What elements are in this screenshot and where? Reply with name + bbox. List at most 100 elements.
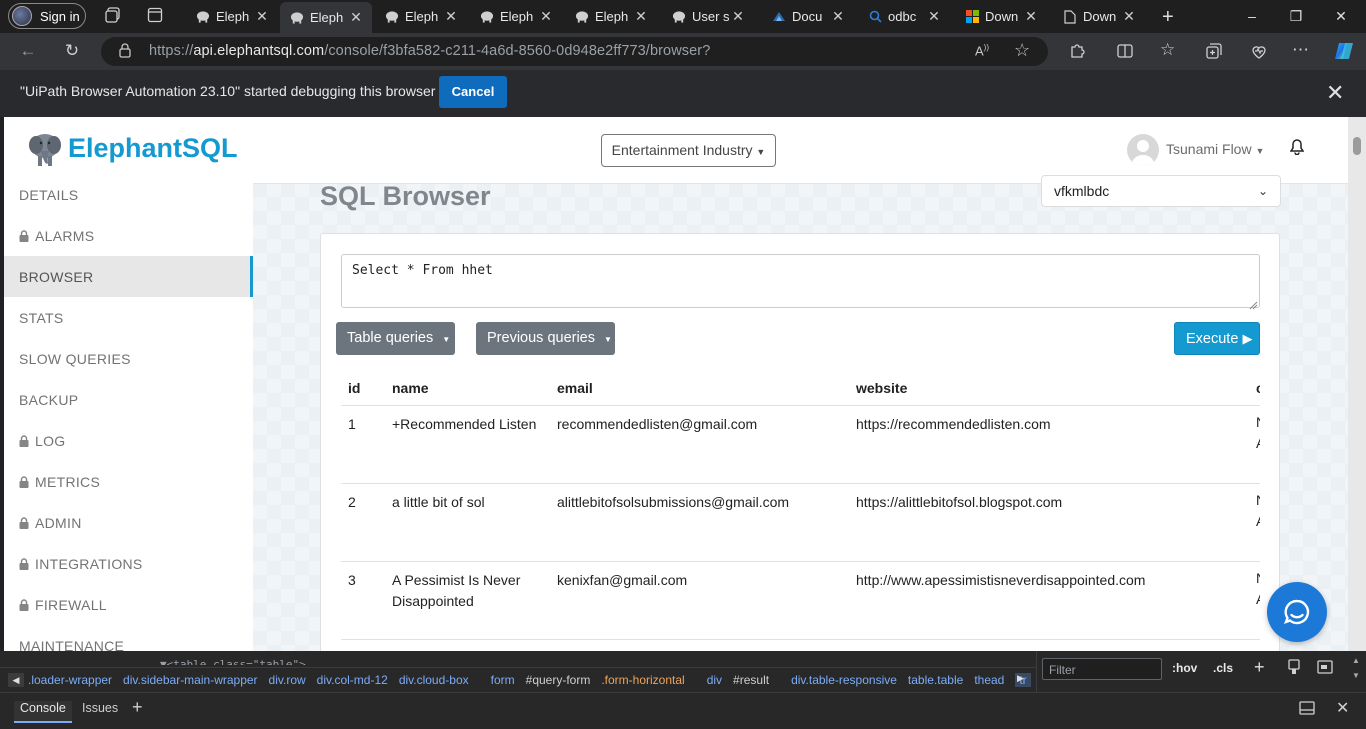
team-dropdown[interactable]: Entertainment Industry ▼ [601,134,776,167]
sidebar-item-browser[interactable]: BROWSER [4,256,253,297]
new-tab-button[interactable]: + [1162,6,1174,29]
user-menu[interactable]: Tsunami Flow ▼ [1166,141,1264,157]
app-logo-text[interactable]: ElephantSQL [68,133,238,164]
extensions-icon[interactable] [1068,42,1086,65]
tab-console[interactable]: Console [14,701,72,723]
browser-tab[interactable]: Docu ✕ [762,4,854,29]
browser-tab[interactable]: User s ✕ [662,4,754,29]
sign-in-button[interactable]: Sign in [8,3,86,29]
column-header-name[interactable]: name [392,380,429,396]
tab-actions-icon[interactable] [145,7,165,26]
column-header-extra[interactable]: c [1256,380,1260,396]
cancel-debugging-button[interactable]: Cancel [439,76,507,108]
close-tab-icon[interactable]: ✕ [1023,8,1039,25]
add-drawer-tab-icon[interactable]: + [132,697,143,718]
scroll-down-icon[interactable]: ▼ [1352,671,1360,680]
column-header-id[interactable]: id [348,380,360,396]
read-aloud-icon[interactable]: A)) [975,43,989,58]
new-style-rule-icon[interactable]: + [1254,657,1265,678]
chat-widget-button[interactable] [1267,582,1327,642]
browser-tab[interactable]: Eleph ✕ [280,2,372,33]
close-tab-icon[interactable]: ✕ [633,8,649,25]
browser-tab[interactable]: Eleph ✕ [565,4,657,29]
browser-essentials-icon[interactable] [1250,42,1268,65]
copilot-icon[interactable] [1333,40,1355,67]
browser-tab[interactable]: Eleph ✕ [470,4,562,29]
close-infobar-icon[interactable]: ✕ [1326,80,1344,106]
lock-icon[interactable] [119,43,131,63]
more-options-icon[interactable]: ⋯ [1292,40,1309,60]
favorite-star-icon[interactable]: ☆ [1014,40,1030,61]
sql-query-textarea[interactable]: Select * From hhet [341,254,1260,308]
close-tab-icon[interactable]: ✕ [830,8,846,25]
collections-icon[interactable] [1205,42,1223,65]
sidebar-item-integrations[interactable]: INTEGRATIONS [19,543,143,584]
browser-tab[interactable]: odbc ✕ [858,4,950,29]
database-select[interactable]: vfkmlbdc ⌄ [1041,175,1281,207]
favorites-icon[interactable]: ☆ [1160,40,1175,60]
browser-tab[interactable]: Down ✕ [955,4,1047,29]
breadcrumb-result[interactable]: div #result [707,673,780,687]
sidebar-item-stats[interactable]: STATS [19,297,64,338]
sidebar-item-firewall[interactable]: FIREWALL [19,584,107,625]
computed-sidebar-icon[interactable] [1317,660,1333,679]
sidebar-item-slow-queries[interactable]: SLOW QUERIES [19,338,131,379]
refresh-icon[interactable]: ↻ [60,41,84,61]
sidebar-item-details[interactable]: DETAILS [19,174,78,215]
execute-button[interactable]: Execute ▶ [1174,322,1260,355]
resize-handle-icon[interactable] [1249,297,1258,315]
devtools-scrollbar[interactable]: ▲ ▼ [1352,656,1360,686]
breadcrumb-item[interactable]: div.cloud-box [399,673,469,687]
previous-queries-button[interactable]: Previous queries ▼ [476,322,615,355]
hover-state-toggle[interactable]: :hov [1172,661,1197,675]
close-tab-icon[interactable]: ✕ [443,8,459,25]
close-tab-icon[interactable]: ✕ [348,9,364,26]
styles-filter-input[interactable]: Filter [1042,658,1162,680]
close-tab-icon[interactable]: ✕ [730,8,746,25]
split-screen-icon[interactable] [1116,42,1134,65]
sidebar-item-admin[interactable]: ADMIN [19,502,82,543]
browser-tab[interactable]: Down ✕ [1053,4,1145,29]
scroll-up-icon[interactable]: ▲ [1352,656,1360,665]
close-tab-icon[interactable]: ✕ [254,8,270,25]
breadcrumb-scroll-left-icon[interactable]: ◀ [8,673,24,687]
elephant-logo-icon[interactable] [28,131,62,167]
breadcrumb-item[interactable]: .loader-wrapper [28,673,112,687]
breadcrumb-scroll-right-icon[interactable]: ▶ [1017,673,1024,684]
class-toggle[interactable]: .cls [1213,661,1233,675]
dock-icon[interactable] [1299,701,1315,720]
breadcrumb-thead[interactable]: thead [974,673,1004,687]
element-state-icon[interactable] [1287,659,1301,680]
breadcrumb-table-responsive[interactable]: div.table-responsive [791,673,897,687]
breadcrumb-item[interactable]: div.col-md-12 [317,673,388,687]
sidebar-item-maintenance[interactable]: MAINTENANCE [19,625,124,652]
close-tab-icon[interactable]: ✕ [538,8,554,25]
url-text[interactable]: https://api.elephantsql.com/console/f3bf… [149,43,710,59]
breadcrumb-table[interactable]: table.table [908,673,963,687]
workspaces-icon[interactable] [103,7,123,26]
notifications-bell-icon[interactable] [1289,139,1305,160]
table-queries-button[interactable]: Table queries ▼ [336,322,455,355]
close-window-button[interactable]: ✕ [1318,0,1364,33]
back-icon[interactable]: ← [16,41,40,61]
sidebar-item-metrics[interactable]: METRICS [19,461,100,502]
browser-tab[interactable]: Eleph ✕ [375,4,467,29]
breadcrumb-item[interactable]: div.row [269,673,306,687]
browser-tab[interactable]: Eleph ✕ [186,4,278,29]
devtools-dom-line[interactable]: ▼<table class="table"> [160,655,306,665]
tab-issues[interactable]: Issues [82,701,118,715]
sidebar-item-backup[interactable]: BACKUP [19,379,78,420]
column-header-website[interactable]: website [856,380,907,396]
column-header-email[interactable]: email [557,380,593,396]
breadcrumb-form[interactable]: form #query-form .form-horizontal [491,673,696,687]
restore-button[interactable]: ❐ [1273,0,1319,33]
user-avatar[interactable] [1127,134,1159,166]
close-tab-icon[interactable]: ✕ [1121,8,1137,25]
minimize-button[interactable]: – [1229,0,1275,33]
close-drawer-icon[interactable]: ✕ [1336,698,1349,718]
sidebar-item-alarms[interactable]: ALARMS [19,215,94,256]
close-tab-icon[interactable]: ✕ [926,8,942,25]
sidebar-item-log[interactable]: LOG [19,420,65,461]
scrollbar-thumb[interactable] [1353,137,1361,155]
page-scrollbar[interactable] [1348,117,1366,651]
